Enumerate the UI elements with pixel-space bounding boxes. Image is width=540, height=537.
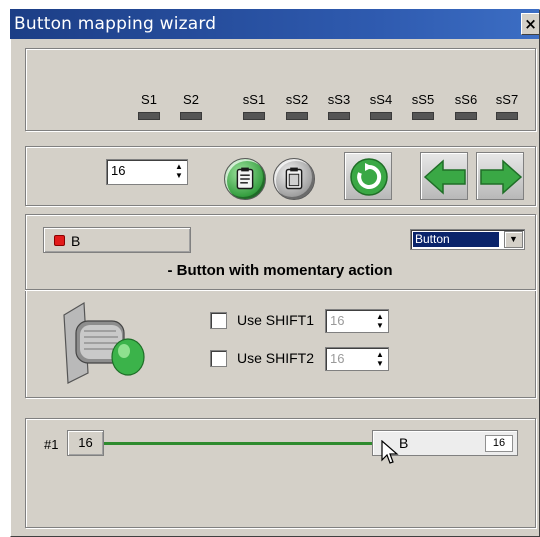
shift-label-2: sS1 (242, 92, 266, 107)
shift1-spinner[interactable]: 16 ▲ ▼ (325, 309, 389, 333)
copy-button[interactable] (224, 158, 266, 200)
shift-led-2 (243, 112, 265, 120)
shift-led-1 (180, 112, 202, 120)
target-number: 16 (485, 435, 513, 452)
title-bar: Button mapping wizard × (10, 9, 539, 39)
shift-label-1: S2 (183, 92, 199, 107)
spin-down-icon[interactable]: ▼ (375, 359, 385, 368)
spin-up-icon[interactable]: ▲ (375, 350, 385, 359)
button-description: - Button with momentary action (167, 262, 393, 279)
refresh-icon (350, 158, 388, 196)
spin-down-icon[interactable]: ▼ (375, 321, 385, 330)
push-button-image (63, 301, 145, 384)
clipboard-paste-icon (285, 167, 303, 190)
shift-label-4: sS3 (327, 92, 351, 107)
shift-label-3: sS2 (285, 92, 309, 107)
next-button[interactable] (476, 152, 524, 200)
mouse-cursor-icon (381, 440, 399, 464)
button-number-value: 16 (111, 163, 126, 178)
spin-up-icon[interactable]: ▲ (375, 312, 385, 321)
previous-button[interactable] (420, 152, 468, 200)
shift-label-8: sS7 (495, 92, 519, 107)
shift-label-7: sS6 (454, 92, 478, 107)
button-name-button[interactable]: B (43, 227, 191, 253)
button-number-spinner[interactable]: 16 ▲ ▼ (106, 159, 188, 185)
chevron-down-icon[interactable]: ▼ (504, 231, 523, 248)
window-title: Button mapping wizard (14, 14, 217, 34)
use-shift2-checkbox[interactable] (210, 350, 227, 367)
shift2-spinner[interactable]: 16 ▲ ▼ (325, 347, 389, 371)
shift-label-6: sS5 (411, 92, 435, 107)
use-shift2-label: Use SHIFT2 (237, 350, 315, 366)
spin-up-icon[interactable]: ▲ (174, 162, 184, 171)
shift-label-5: sS4 (369, 92, 393, 107)
source-button[interactable]: 16 (67, 430, 104, 456)
shift-led-8 (496, 112, 518, 120)
button-name-label: B (71, 233, 81, 249)
shift1-spin-arrows[interactable]: ▲ ▼ (375, 312, 385, 330)
button-type-value: Button (413, 232, 499, 247)
paste-button[interactable] (273, 158, 315, 200)
shift-led-6 (412, 112, 434, 120)
shift-led-3 (286, 112, 308, 120)
arrow-left-icon (423, 159, 466, 195)
mapping-row-label: #1 (44, 437, 59, 452)
shift-led-5 (370, 112, 392, 120)
config-divider (25, 289, 536, 291)
reset-button[interactable] (344, 152, 392, 200)
shift2-spin-arrows[interactable]: ▲ ▼ (375, 350, 385, 368)
spin-down-icon[interactable]: ▼ (174, 171, 184, 180)
shift-led-7 (455, 112, 477, 120)
clipboard-copy-icon (236, 167, 254, 190)
spinner-arrows[interactable]: ▲ ▼ (174, 162, 184, 180)
button-type-select[interactable]: Button ▼ (410, 229, 525, 250)
use-shift1-checkbox[interactable] (210, 312, 227, 329)
red-square-icon (54, 235, 65, 246)
mapping-link-line (104, 442, 374, 445)
shift-led-4 (328, 112, 350, 120)
shift-label-0: S1 (141, 92, 157, 107)
shift1-value: 16 (330, 313, 345, 328)
shift2-value: 16 (330, 351, 345, 366)
use-shift1-label: Use SHIFT1 (237, 312, 315, 328)
shift-led-0 (138, 112, 160, 120)
close-button[interactable]: × (521, 13, 539, 35)
arrow-right-icon (480, 159, 523, 195)
